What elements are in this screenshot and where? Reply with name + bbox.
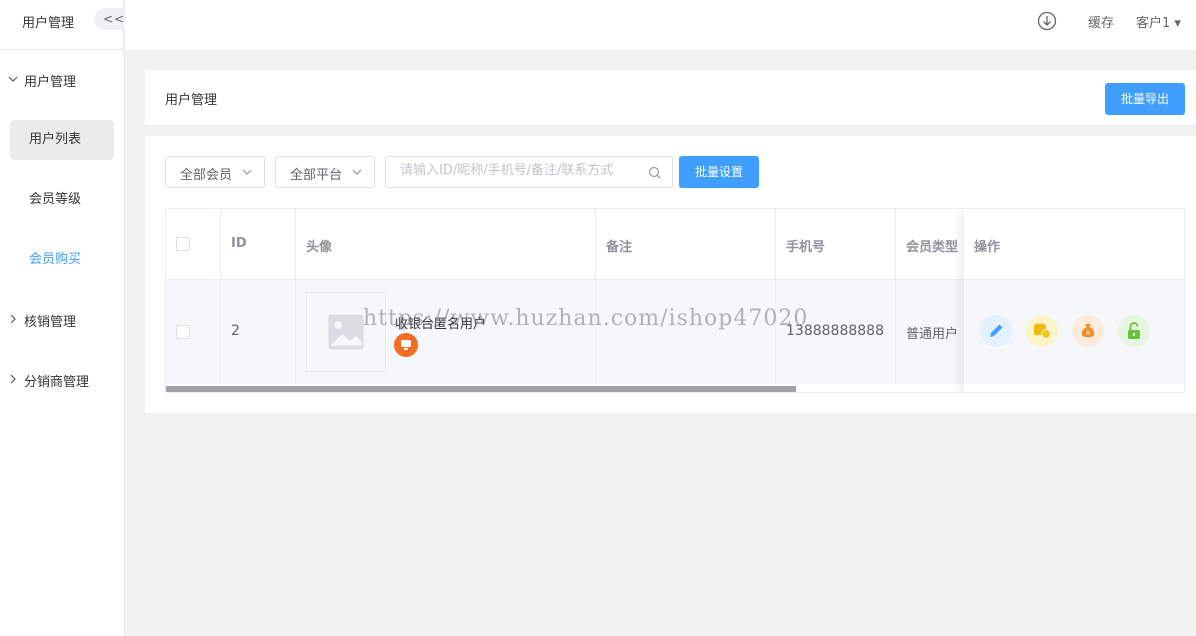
search-input[interactable]: [400, 163, 640, 178]
unlock-icon: [1128, 322, 1140, 339]
header-avatar: 头像: [296, 209, 596, 279]
platform-filter-select[interactable]: 全部平台: [275, 156, 375, 188]
cell-avatar: 收银台匿名用户: [296, 280, 596, 384]
money-bag-icon: ¥: [1081, 324, 1095, 338]
column-header: 会员类型: [906, 240, 959, 255]
sidebar-item-member-level[interactable]: 会员等级: [10, 180, 114, 220]
top-bar: 缓存 客户1 ▾: [125, 0, 1196, 50]
download-icon[interactable]: [1037, 11, 1057, 31]
operations-column: 操作 ¥: [964, 209, 1184, 392]
chevron-down-icon: [8, 76, 18, 82]
chevron-down-icon: [352, 169, 362, 175]
cell-note: [596, 280, 776, 384]
operations-cell: ¥: [964, 280, 1184, 384]
member-filter-value: 全部会员: [180, 168, 233, 183]
header-note: 备注: [596, 209, 776, 279]
user-menu[interactable]: 客户1 ▾: [1136, 12, 1196, 31]
column-header: 手机号: [786, 240, 826, 255]
edit-button[interactable]: [980, 315, 1012, 347]
chevron-down-icon: [242, 169, 252, 175]
column-header: 备注: [606, 240, 633, 255]
cache-button[interactable]: 缓存: [1088, 12, 1114, 31]
sidebar-item-user-list[interactable]: 用户列表: [10, 120, 114, 160]
horizontal-scrollbar[interactable]: [166, 386, 796, 392]
sidebar-header: 用户管理 <<: [0, 0, 134, 50]
coins-icon: [1034, 323, 1051, 339]
sidebar: 用户管理 用户列表 会员等级 会员购买 核销管理 分销商管理: [0, 50, 125, 636]
menu-group-user-management[interactable]: 用户管理: [0, 67, 124, 97]
system-title: 用户管理: [22, 16, 75, 31]
search-icon[interactable]: [648, 166, 662, 180]
edit-icon: [990, 324, 1003, 337]
user-member-type: 普通用户: [906, 327, 959, 342]
chevron-right-icon: [10, 374, 16, 384]
image-placeholder-icon: [328, 314, 364, 350]
batch-export-button[interactable]: 批量导出: [1105, 83, 1185, 115]
search-box: [385, 156, 673, 188]
row-checkbox[interactable]: [176, 325, 190, 339]
column-header: 操作: [974, 240, 1001, 255]
header-checkbox-cell: [166, 209, 221, 279]
header-operations: 操作: [964, 209, 1184, 280]
user-table: ID 头像 备注 手机号 会员类型 2 收银台匿名用户 13888888888 …: [165, 208, 1185, 393]
user-nickname: 收银台匿名用户: [395, 317, 487, 332]
page-title: 用户管理: [165, 93, 218, 108]
menu-group-label: 核销管理: [24, 315, 77, 330]
select-all-checkbox[interactable]: [176, 237, 190, 251]
svg-text:¥: ¥: [1086, 330, 1090, 337]
unlock-button[interactable]: [1118, 315, 1150, 347]
menu-group-label: 用户管理: [24, 75, 77, 90]
menu-group-label: 分销商管理: [24, 375, 90, 390]
chevron-right-icon: [10, 314, 16, 324]
user-name: 客户1: [1136, 16, 1171, 31]
main-content: 全部会员 全部平台 批量设置 ID 头像 备注 手机号 会员类型 2: [145, 136, 1196, 413]
column-header: 头像: [306, 240, 333, 255]
batch-settings-button[interactable]: 批量设置: [679, 156, 759, 188]
balance-button[interactable]: ¥: [1072, 315, 1104, 347]
points-button[interactable]: [1026, 315, 1058, 347]
page-header: 用户管理 批量导出: [145, 70, 1196, 126]
avatar: [306, 292, 386, 372]
sidebar-item-member-purchase[interactable]: 会员购买: [10, 240, 114, 280]
menu-group-verification[interactable]: 核销管理: [0, 307, 124, 337]
member-filter-select[interactable]: 全部会员: [165, 156, 265, 188]
row-checkbox-cell: [166, 280, 221, 384]
user-id: 2: [231, 323, 240, 339]
header-id: ID: [221, 209, 296, 279]
user-phone: 13888888888: [786, 323, 884, 339]
platform-filter-value: 全部平台: [290, 168, 343, 183]
column-header: ID: [231, 236, 247, 251]
cell-phone: 13888888888: [776, 280, 896, 384]
header-phone: 手机号: [776, 209, 896, 279]
source-icon: [394, 333, 418, 357]
menu-group-distributor[interactable]: 分销商管理: [0, 367, 124, 397]
cell-id: 2: [221, 280, 296, 384]
